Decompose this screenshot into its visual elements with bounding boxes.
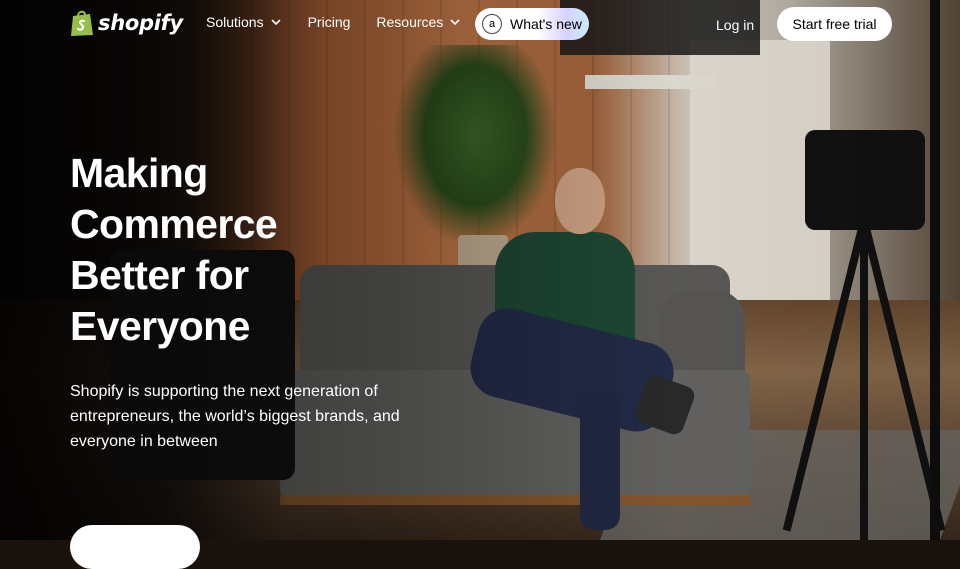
- nav-item-label: Resources: [376, 14, 444, 30]
- nav-item-pricing[interactable]: Pricing: [308, 14, 351, 30]
- chevron-down-icon: [450, 19, 460, 26]
- editions-badge-icon: a: [482, 14, 502, 34]
- hero-cta-button[interactable]: [70, 525, 200, 569]
- chevron-down-icon: [271, 19, 281, 26]
- hero-subtitle: Shopify is supporting the next generatio…: [70, 383, 400, 450]
- shopify-bag-icon: [70, 9, 94, 37]
- brand-name: shopify: [98, 11, 183, 35]
- nav-item-label: Solutions: [206, 14, 264, 30]
- hero-title-line: Commerce: [70, 201, 278, 247]
- whats-new-button[interactable]: a What's new: [475, 8, 589, 40]
- hero-title: Making Commerce Better for Everyone: [70, 148, 390, 352]
- nav-item-solutions[interactable]: Solutions: [206, 14, 282, 30]
- shopify-logo-link[interactable]: shopify: [70, 9, 183, 37]
- main-menu: Solutions Pricing Resources: [206, 14, 487, 30]
- whats-new-label: What's new: [510, 16, 582, 32]
- top-navigation: shopify Solutions Pricing Resources a Wh…: [0, 0, 960, 50]
- start-free-trial-button[interactable]: Start free trial: [777, 7, 892, 41]
- hero-title-line: Making: [70, 150, 208, 196]
- nav-item-label: Pricing: [307, 14, 351, 30]
- login-link[interactable]: Log in: [716, 17, 754, 33]
- hero-title-line: Everyone: [70, 303, 250, 349]
- nav-item-resources[interactable]: Resources: [376, 14, 461, 30]
- hero-title-line: Better for: [70, 252, 249, 298]
